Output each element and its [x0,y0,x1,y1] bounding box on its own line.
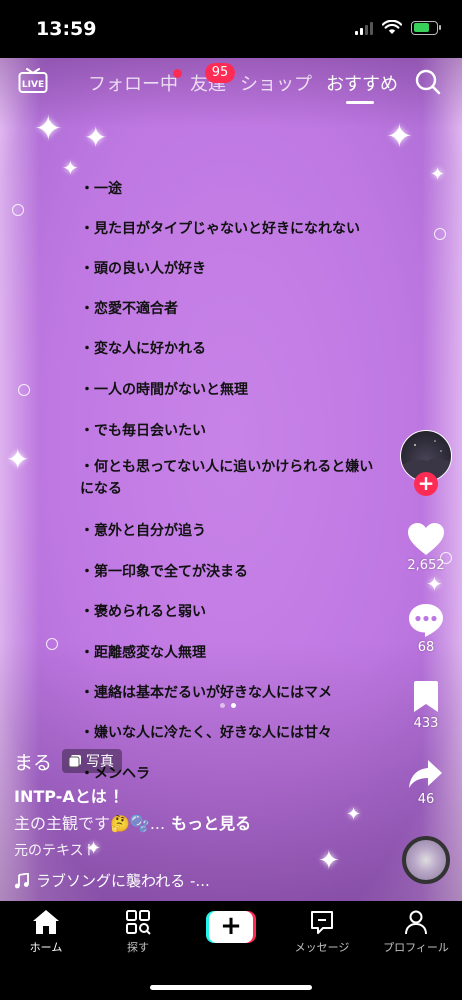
sparkle-decoration: ✦ [318,846,340,876]
page-dot-active [231,703,236,708]
home-indicator [150,985,312,990]
tab-for-you[interactable]: おすすめ [326,70,398,96]
circle-decoration [46,638,58,650]
list-item: ・恋愛不適合者 [80,301,178,317]
tab-shop[interactable]: ショップ [240,70,312,96]
create-button[interactable]: + [206,911,256,943]
discover-icon [126,910,151,935]
list-item: ・距離感変な人無理 [80,645,206,661]
see-more-link[interactable]: もっと見る [171,814,251,833]
search-icon[interactable] [414,68,442,96]
nav-discover-label: 探す [127,941,149,954]
battery-icon [411,20,441,35]
nav-home-label: ホーム [29,941,63,954]
live-icon[interactable]: LIVE [18,68,48,94]
nav-profile-label: プロフィール [383,941,449,954]
photo-page-indicator [220,703,236,708]
active-tab-indicator [346,101,374,104]
profile-icon [405,910,427,935]
nav-home[interactable]: ホーム [0,909,92,955]
sparkle-decoration: ✦ [430,164,446,185]
photo-stack-icon [68,755,81,768]
sparkle-decoration: ✦ [426,572,443,596]
nav-profile[interactable]: プロフィール [370,909,462,955]
follow-button[interactable]: + [414,472,438,496]
sparkle-decoration: ✦ [84,121,108,154]
like-button[interactable]: 2,652 [396,522,456,573]
list-item: ・頭の良い人が好き [80,261,206,277]
list-item: ・見た目がタイプじゃないと好きになれない [80,221,360,237]
original-text-link[interactable]: 元のテキスト [14,840,98,860]
nav-inbox[interactable]: メッセージ [276,909,368,955]
author-name[interactable]: まる [14,748,52,775]
comment-icon [409,604,443,637]
following-new-dot [173,69,182,78]
list-item: ・変な人に好かれる [80,341,206,357]
comment-button[interactable]: 68 [396,602,456,655]
sparkle-decoration: ✦ [386,117,413,155]
share-button[interactable]: 46 [396,758,456,807]
cellular-signal-icon [355,21,373,35]
list-item: ・何とも思ってない人に追いかけられると嫌いになる [80,459,374,497]
music-note-icon [14,872,29,888]
svg-text:LIVE: LIVE [22,80,44,90]
heart-icon [408,523,444,555]
nav-discover[interactable]: 探す [92,909,184,955]
inbox-icon [311,911,333,934]
photo-mode-tag: 写真 [62,749,122,773]
caption-text[interactable]: 主の主観です🤔🫧... もっと見る [14,810,251,834]
list-item: ・褒められると弱い [80,604,206,620]
sparkle-decoration: ✦ [6,443,30,476]
sparkle-decoration: ✦ [346,804,362,825]
share-icon [409,760,442,788]
list-item: ・でも毎日会いたい [80,423,206,439]
circle-decoration [18,384,30,396]
list-item: ・第一印象で全てが決まる [80,564,248,580]
like-count: 2,652 [407,558,445,573]
caption-title: INTP-Aとは ！ [14,787,129,806]
status-time: 13:59 [36,18,97,40]
sound-title: ラブソングに襲われる -... [36,872,210,890]
photo-tag-label: 写真 [86,754,114,770]
list-item: ・一途 [80,181,122,197]
page-dot [220,703,225,708]
sparkle-decoration: ✦ [62,156,79,180]
status-icons [355,20,441,35]
comment-count: 68 [417,640,435,655]
tab-following[interactable]: フォロー中 [88,70,178,96]
bookmark-icon [414,681,438,712]
list-item: ・嫌いな人に冷たく、好きな人には甘々 [80,725,332,741]
save-button[interactable]: 433 [396,680,456,731]
friends-badge: 95 [205,63,235,83]
status-bar: 13:59 [0,0,462,58]
save-count: 433 [413,716,439,731]
sound-link[interactable]: ラブソングに襲われる -... [14,870,210,891]
circle-decoration [12,204,24,216]
share-count: 46 [417,792,435,807]
circle-decoration [434,228,446,240]
list-item: ・意外と自分が追う [80,523,206,539]
create-plus-icon: + [209,911,253,943]
home-icon [33,910,59,934]
wifi-icon [382,20,402,34]
caption-body: 主の主観です🤔🫧... [14,814,166,833]
sound-disc[interactable] [402,836,450,884]
nav-inbox-label: メッセージ [294,941,350,954]
list-item: ・連絡は基本だるいが好きな人にはマメ [80,685,332,701]
sparkle-decoration: ✦ [34,109,63,149]
list-item: ・一人の時間がないと無理 [80,382,248,398]
top-nav: LIVE フォロー中 友達 95 ショップ おすすめ [0,60,462,104]
